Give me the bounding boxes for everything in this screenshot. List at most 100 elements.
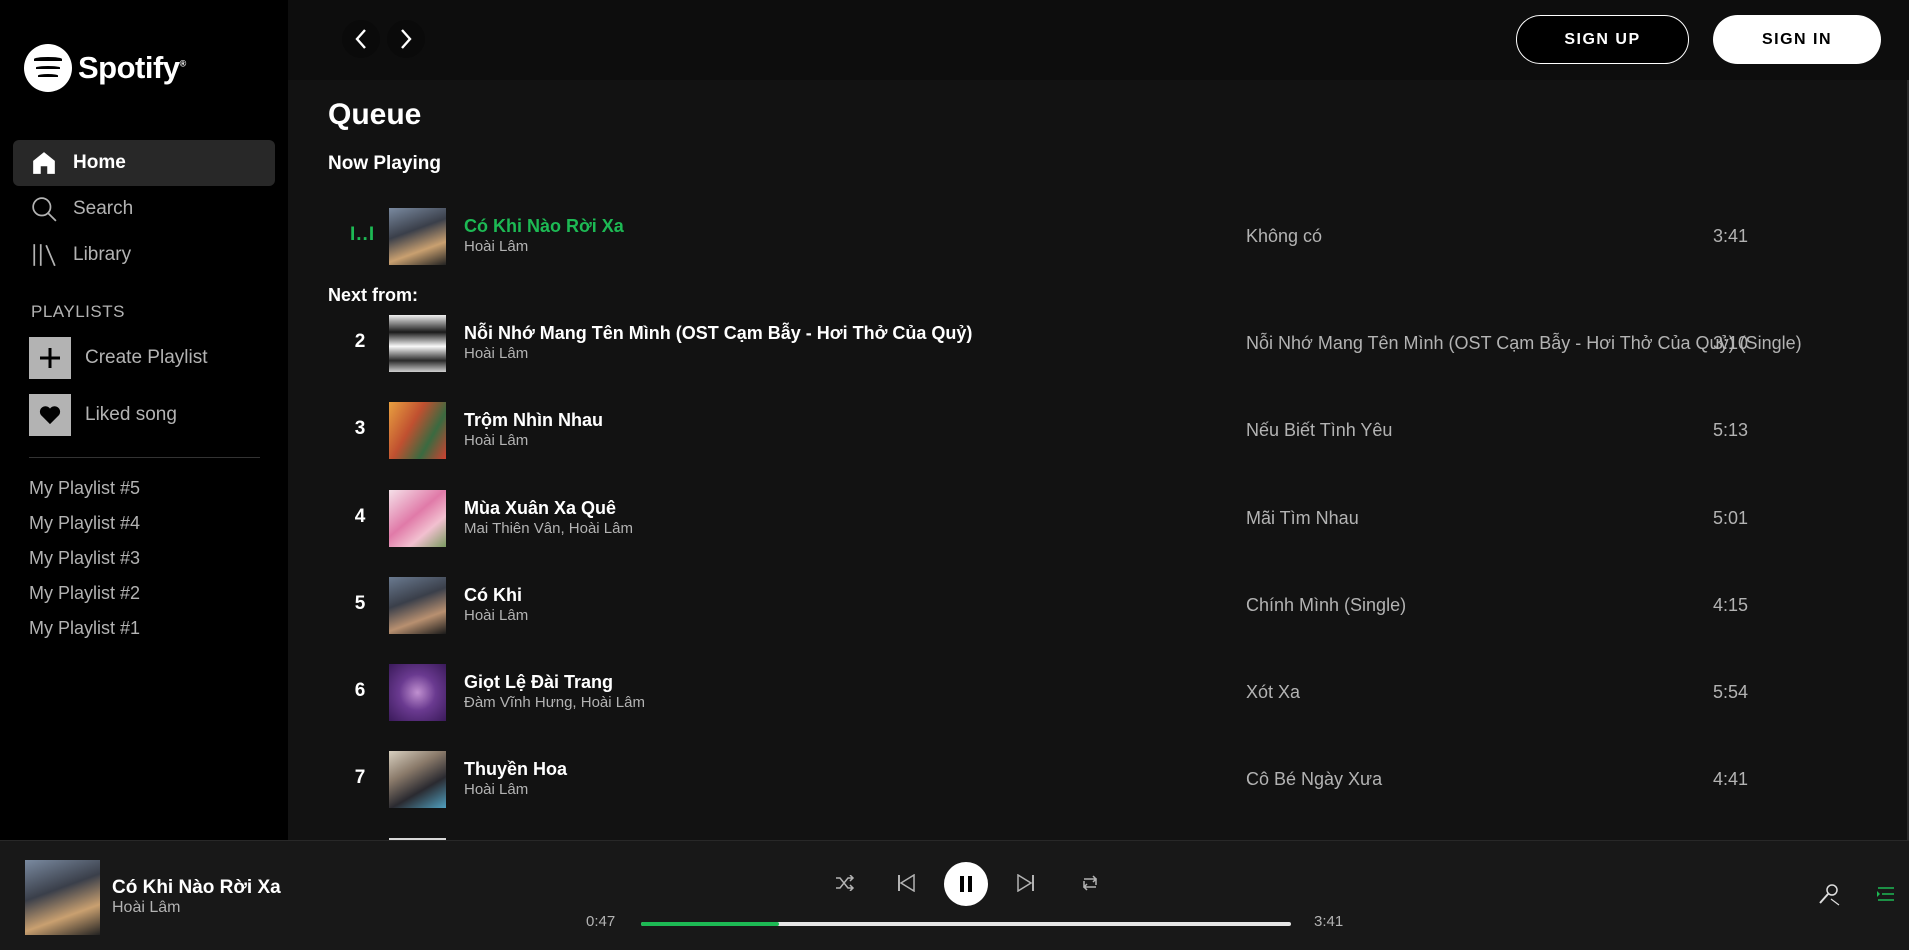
main-nav: Home Search Library <box>13 140 275 278</box>
page-title: Queue <box>328 98 422 131</box>
nav-search[interactable]: Search <box>13 186 275 232</box>
album-art <box>389 577 446 634</box>
nav-search-label: Search <box>73 198 134 219</box>
sign-in-button[interactable]: SIGN IN <box>1713 15 1881 64</box>
liked-songs-button[interactable]: Liked song <box>29 394 177 436</box>
sidebar-divider <box>29 457 260 458</box>
track-number: 2 <box>354 331 366 352</box>
spotify-logo-text: Spotify® <box>78 50 186 85</box>
track-title[interactable]: Trộm Nhìn Nhau <box>464 410 603 431</box>
back-button[interactable] <box>342 20 380 58</box>
forward-button[interactable] <box>387 20 425 58</box>
album-art <box>389 315 446 372</box>
now-playing-label: Now Playing <box>328 153 441 174</box>
nav-library-label: Library <box>73 244 132 265</box>
plus-icon <box>29 337 71 379</box>
track-album[interactable]: Cô Bé Ngày Xưa <box>1246 769 1382 790</box>
equalizer-icon: I..I <box>350 224 376 245</box>
chevron-right-icon <box>401 29 412 49</box>
shuffle-icon <box>836 875 855 891</box>
playlist-item[interactable]: My Playlist #2 <box>29 583 140 618</box>
track-artist[interactable]: Hoài Lâm <box>464 345 528 362</box>
playlist-item[interactable]: My Playlist #4 <box>29 513 140 548</box>
track-title[interactable]: Có Khi <box>464 585 522 606</box>
spotify-logo-icon <box>24 44 72 92</box>
album-art <box>389 664 446 721</box>
now-playing-artist[interactable]: Hoài Lâm <box>112 899 180 917</box>
track-row[interactable]: 6 Giọt Lệ Đài Trang Đàm Vĩnh Hưng, Hoài … <box>328 662 1808 722</box>
track-artist[interactable]: Mai Thiên Vân, Hoài Lâm <box>464 520 633 537</box>
elapsed-time: 0:47 <box>586 913 616 930</box>
track-artist[interactable]: Đàm Vĩnh Hưng, Hoài Lâm <box>464 694 645 711</box>
track-number: 7 <box>354 767 366 788</box>
track-row[interactable]: 7 Thuyền Hoa Hoài Lâm Cô Bé Ngày Xưa 4:4… <box>328 749 1808 809</box>
now-playing-title[interactable]: Có Khi Nào Rời Xa <box>112 877 281 899</box>
album-art <box>389 751 446 808</box>
track-album[interactable]: Chính Mình (Single) <box>1246 595 1406 616</box>
album-art <box>389 208 446 265</box>
track-title[interactable]: Có Khi Nào Rời Xa <box>464 216 624 237</box>
player-bar: Có Khi Nào Rời Xa Hoài Lâm 0:47 3:41 <box>0 840 1909 950</box>
nav-home-label: Home <box>73 152 126 173</box>
track-number: 6 <box>354 680 366 701</box>
track-duration: 3:10 <box>1712 333 1748 353</box>
track-number: 3 <box>354 418 366 439</box>
home-icon <box>33 152 55 174</box>
track-number: 5 <box>354 593 366 614</box>
pause-button[interactable] <box>944 862 988 906</box>
lyrics-button[interactable] <box>1816 881 1842 907</box>
nav-home[interactable]: Home <box>13 140 275 186</box>
sign-up-button[interactable]: SIGN UP <box>1516 15 1689 64</box>
track-artist[interactable]: Hoài Lâm <box>464 781 528 798</box>
track-duration: 4:41 <box>1712 769 1748 789</box>
track-title[interactable]: Giọt Lệ Đài Trang <box>464 672 613 693</box>
chevron-left-icon <box>355 29 366 49</box>
playlist-item[interactable]: My Playlist #3 <box>29 548 140 583</box>
liked-songs-label: Liked song <box>85 404 177 425</box>
album-art <box>389 402 446 459</box>
playlist-list: My Playlist #5 My Playlist #4 My Playlis… <box>29 478 140 653</box>
spotify-logo[interactable]: Spotify® <box>24 44 186 92</box>
track-title[interactable]: Nỗi Nhớ Mang Tên Mình (OST Cạm Bẫy - Hơi… <box>464 323 972 344</box>
track-artist[interactable]: Hoài Lâm <box>464 607 528 624</box>
top-bar: SIGN UP SIGN IN <box>288 0 1909 80</box>
track-artist[interactable]: Hoài Lâm <box>464 238 528 255</box>
track-duration: 5:54 <box>1712 682 1748 702</box>
playlist-item[interactable]: My Playlist #1 <box>29 618 140 653</box>
track-row[interactable]: 5 Có Khi Hoài Lâm Chính Mình (Single) 4:… <box>328 575 1808 635</box>
next-button[interactable] <box>1010 867 1042 899</box>
playlist-item[interactable]: My Playlist #5 <box>29 478 140 513</box>
track-duration: 4:15 <box>1712 595 1748 615</box>
track-row[interactable]: 2 Nỗi Nhớ Mang Tên Mình (OST Cạm Bẫy - H… <box>328 313 1808 373</box>
track-album[interactable]: Xót Xa <box>1246 682 1300 703</box>
nav-library[interactable]: Library <box>13 232 275 278</box>
create-playlist-button[interactable]: Create Playlist <box>29 337 208 379</box>
track-artist[interactable]: Hoài Lâm <box>464 432 528 449</box>
album-art <box>389 490 446 547</box>
library-icon <box>33 244 56 267</box>
queue-icon <box>1877 887 1894 901</box>
track-duration: 3:41 <box>1712 226 1748 246</box>
now-playing-art[interactable] <box>25 860 100 935</box>
track-row-now-playing[interactable]: I..I Có Khi Nào Rời Xa Hoài Lâm Không có… <box>328 206 1808 266</box>
progress-bar[interactable] <box>641 922 1291 926</box>
track-row[interactable]: 3 Trộm Nhìn Nhau Hoài Lâm Nếu Biết Tình … <box>328 400 1808 460</box>
track-title[interactable]: Thuyền Hoa <box>464 759 567 780</box>
track-album[interactable]: Không có <box>1246 226 1322 247</box>
progress-fill <box>641 922 779 926</box>
total-time: 3:41 <box>1314 913 1344 930</box>
track-title[interactable]: Mùa Xuân Xa Quê <box>464 498 616 519</box>
microphone-icon <box>1819 884 1840 906</box>
repeat-button[interactable] <box>1074 867 1106 899</box>
previous-button[interactable] <box>890 867 922 899</box>
repeat-icon <box>1082 875 1098 891</box>
track-album[interactable]: Nếu Biết Tình Yêu <box>1246 420 1392 441</box>
queue-view: Queue Now Playing I..I Có Khi Nào Rời Xa… <box>288 80 1909 840</box>
sidebar: Spotify® Home Search Library PLAYLISTS C… <box>0 0 288 840</box>
skip-forward-icon <box>1017 874 1034 892</box>
track-row[interactable]: 4 Mùa Xuân Xa Quê Mai Thiên Vân, Hoài Lâ… <box>328 488 1808 548</box>
shuffle-button[interactable] <box>829 867 861 899</box>
queue-button[interactable] <box>1873 881 1899 907</box>
track-duration: 5:13 <box>1712 420 1748 440</box>
track-album[interactable]: Mãi Tìm Nhau <box>1246 508 1359 529</box>
